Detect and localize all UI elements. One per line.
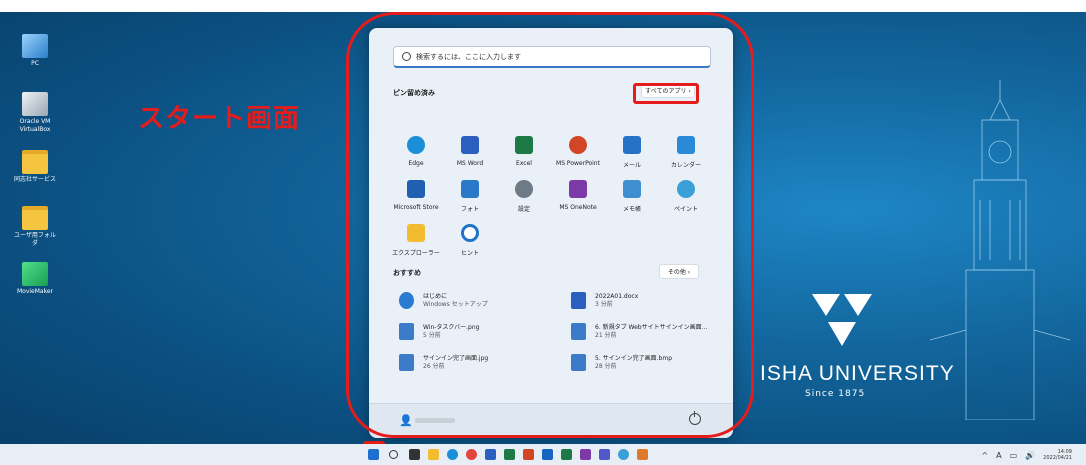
search-icon[interactable] xyxy=(389,450,398,459)
start-icon[interactable] xyxy=(368,449,379,460)
desktop-icon-label: PC xyxy=(31,60,39,67)
teams-icon[interactable] xyxy=(599,449,610,460)
excel-icon[interactable] xyxy=(504,449,515,460)
folder-icon xyxy=(22,150,48,174)
snip-icon[interactable] xyxy=(637,449,648,460)
annotation-title: スタート画面 xyxy=(138,104,301,134)
desktop-icon-label: 同志社サービス xyxy=(13,176,56,183)
pc-icon xyxy=(22,34,48,58)
top-strip xyxy=(0,0,1086,12)
desktop-icon-doshisha-service[interactable]: 同志社サービス xyxy=(12,150,58,184)
desktop-icon-virtualbox[interactable]: Oracle VM VirtualBox xyxy=(12,92,58,134)
annotation-start-ellipse xyxy=(346,12,754,438)
paint-icon[interactable] xyxy=(618,449,629,460)
virtualbox-icon xyxy=(22,92,48,116)
excel-icon[interactable] xyxy=(561,449,572,460)
desktop-icon-label: MovieMaker xyxy=(16,288,54,295)
clock[interactable]: 14:09 2022/04/21 xyxy=(1043,449,1072,461)
word-icon[interactable] xyxy=(485,449,496,460)
ime-indicator[interactable]: A xyxy=(996,451,1001,460)
network-icon[interactable]: ▭ xyxy=(1010,451,1018,460)
tray-chevron-icon[interactable]: ^ xyxy=(981,451,988,460)
wallpaper-university-text: ISHA UNIVERSITY xyxy=(760,362,955,385)
wallpaper-since-text: Since 1875 xyxy=(805,389,866,399)
taskview-icon[interactable] xyxy=(409,449,420,460)
desktop-icon-moviemaker[interactable]: MovieMaker xyxy=(12,262,58,296)
desktop-icon-label: ユーザ用フォルダ xyxy=(14,232,56,247)
annotation-all-apps-box xyxy=(633,83,699,104)
powerpoint-icon[interactable] xyxy=(523,449,534,460)
desktop-icon-pc[interactable]: PC xyxy=(12,34,58,68)
desktop-icon-user-folder[interactable]: ユーザ用フォルダ xyxy=(12,206,58,248)
explorer-icon[interactable] xyxy=(428,449,439,460)
system-tray: ^ A ▭ 🔊 14:09 2022/04/21 xyxy=(981,449,1072,461)
taskbar: ^ A ▭ 🔊 14:09 2022/04/21 xyxy=(0,444,1086,465)
desktop-icon-label: Oracle VM VirtualBox xyxy=(19,118,51,133)
volume-icon[interactable]: 🔊 xyxy=(1025,451,1035,460)
onenote-icon[interactable] xyxy=(580,449,591,460)
outlook-icon[interactable] xyxy=(542,449,553,460)
movie-icon xyxy=(22,262,48,286)
chrome-icon[interactable] xyxy=(466,449,477,460)
university-logo-icon xyxy=(812,294,872,346)
edge-icon[interactable] xyxy=(447,449,458,460)
folder-icon xyxy=(22,206,48,230)
